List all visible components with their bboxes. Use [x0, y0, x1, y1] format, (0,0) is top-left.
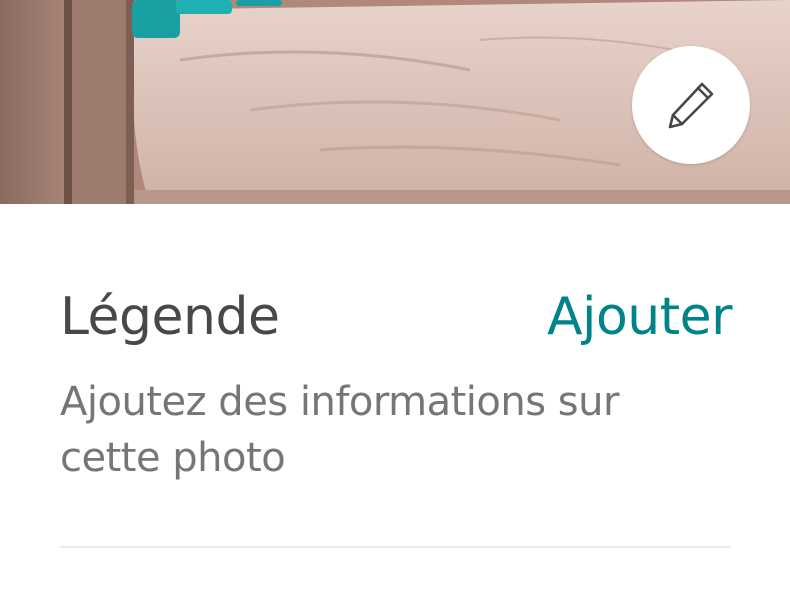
caption-description: Ajoutez des informations sur cette photo: [60, 379, 619, 481]
caption-title: Légende: [60, 287, 280, 347]
pencil-icon: [668, 82, 714, 129]
divider: [60, 546, 731, 548]
photo-detail-screen: Légende Ajouter Ajoutez des informations…: [0, 0, 790, 592]
add-caption-button[interactable]: Ajouter: [547, 282, 733, 352]
caption-header: Légende Ajouter: [60, 282, 733, 352]
listing-photo[interactable]: [0, 0, 790, 204]
edit-photo-button[interactable]: [632, 46, 750, 164]
